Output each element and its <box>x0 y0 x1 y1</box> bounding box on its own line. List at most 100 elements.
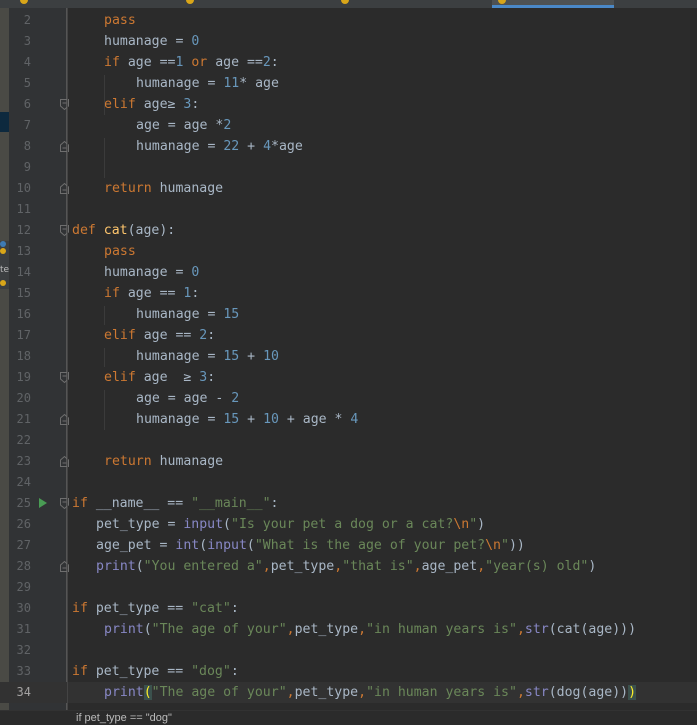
code-line[interactable]: 28 print("You entered a",pet_type,"that i… <box>0 556 697 577</box>
line-number[interactable]: 18 <box>9 346 31 367</box>
line-number[interactable]: 12 <box>9 220 31 241</box>
editor-tab[interactable] <box>335 0 485 8</box>
code-text[interactable]: age = age - 2 <box>136 388 239 409</box>
line-number[interactable]: 7 <box>9 115 31 136</box>
line-number[interactable]: 14 <box>9 262 31 283</box>
code-line[interactable]: 31 print("The age of your",pet_type,"in h… <box>0 619 697 640</box>
code-token: , <box>516 622 525 637</box>
editor-tab[interactable] <box>180 0 330 8</box>
line-number[interactable]: 23 <box>9 451 31 472</box>
code-text[interactable]: print("You entered a",pet_type,"that is"… <box>96 556 596 577</box>
line-number[interactable]: 29 <box>9 577 31 598</box>
line-number[interactable]: 2 <box>9 10 31 31</box>
code-line[interactable]: 17 elif age == 2: <box>0 325 697 346</box>
line-number[interactable]: 25 <box>9 493 31 514</box>
line-number[interactable]: 21 <box>9 409 31 430</box>
code-text[interactable]: if age == 1: <box>104 283 199 304</box>
line-number[interactable]: 15 <box>9 283 31 304</box>
line-number[interactable]: 32 <box>9 640 31 661</box>
line-number[interactable]: 26 <box>9 514 31 535</box>
code-line[interactable]: 12 def cat(age): <box>0 220 697 241</box>
line-number[interactable]: 33 <box>9 661 31 682</box>
code-text[interactable]: return humanage <box>104 451 223 472</box>
line-number[interactable]: 19 <box>9 367 31 388</box>
code-line[interactable]: 27 age_pet = int(input("What is the age o… <box>0 535 697 556</box>
code-text[interactable]: humanage = 15 + 10 <box>136 346 279 367</box>
line-number[interactable]: 17 <box>9 325 31 346</box>
code-text[interactable]: humanage = 11* age <box>136 73 279 94</box>
code-line[interactable]: 33 if pet_type == "dog": <box>0 661 697 682</box>
code-text[interactable]: humanage = 0 <box>104 31 199 52</box>
code-text[interactable]: humanage = 0 <box>104 262 199 283</box>
code-text[interactable]: elif age≥ 3: <box>104 94 199 115</box>
code-text[interactable]: pet_type = input("Is your pet a dog or a… <box>96 514 485 535</box>
code-text[interactable]: age = age *2 <box>136 115 231 136</box>
code-line[interactable]: 13 pass <box>0 241 697 262</box>
code-text[interactable]: age_pet = int(input("What is the age of … <box>96 535 525 556</box>
code-text[interactable]: if age ==1 or age ==2: <box>104 52 279 73</box>
line-number[interactable]: 31 <box>9 619 31 640</box>
code-line[interactable]: 24 <box>0 472 697 493</box>
line-number[interactable]: 16 <box>9 304 31 325</box>
line-number[interactable]: 34 <box>9 682 31 703</box>
line-number[interactable]: 5 <box>9 73 31 94</box>
code-token: , <box>516 685 525 700</box>
code-line[interactable]: 23 return humanage <box>0 451 697 472</box>
run-gutter-icon[interactable] <box>39 498 47 508</box>
code-line[interactable]: 34 print("The age of your",pet_type,"in h… <box>0 682 697 703</box>
code-text[interactable]: humanage = 15 + 10 + age * 4 <box>136 409 358 430</box>
code-text[interactable]: pass <box>104 10 136 31</box>
code-editor[interactable]: 2 pass 3 humanage = 0 4 if age ==1 or age ==2… <box>0 8 697 710</box>
code-text[interactable]: print("The age of your",pet_type,"in hum… <box>104 682 637 703</box>
code-line[interactable]: 3 humanage = 0 <box>0 31 697 52</box>
breadcrumb-item[interactable]: if pet_type == "dog" <box>76 711 172 725</box>
line-number[interactable]: 9 <box>9 157 31 178</box>
code-line[interactable]: 29 <box>0 577 697 598</box>
code-text[interactable]: def cat(age): <box>72 220 175 241</box>
code-token: print <box>104 685 144 700</box>
code-line[interactable]: 7 age = age *2 <box>0 115 697 136</box>
code-text[interactable]: elif age == 2: <box>104 325 215 346</box>
code-token: (dog(age)) <box>548 685 629 700</box>
code-text[interactable]: humanage = 22 + 4*age <box>136 136 303 157</box>
line-number[interactable]: 11 <box>9 199 31 220</box>
code-line[interactable]: 26 pet_type = input("Is your pet a dog or… <box>0 514 697 535</box>
code-line[interactable]: 4 if age ==1 or age ==2: <box>0 52 697 73</box>
code-line[interactable]: 30 if pet_type == "cat": <box>0 598 697 619</box>
code-line[interactable]: 10 return humanage <box>0 178 697 199</box>
code-token: , <box>286 622 295 637</box>
line-number[interactable]: 22 <box>9 430 31 451</box>
line-number[interactable]: 3 <box>9 31 31 52</box>
line-number[interactable]: 13 <box>9 241 31 262</box>
line-number[interactable]: 10 <box>9 178 31 199</box>
code-text[interactable]: humanage = 15 <box>136 304 239 325</box>
code-text[interactable]: pass <box>104 241 136 262</box>
line-number[interactable]: 24 <box>9 472 31 493</box>
line-number[interactable]: 8 <box>9 136 31 157</box>
code-line[interactable]: 11 <box>0 199 697 220</box>
code-text[interactable]: if __name__ == "__main__": <box>72 493 278 514</box>
code-token: 2 <box>223 118 232 133</box>
code-line[interactable]: 15 if age == 1: <box>0 283 697 304</box>
line-number[interactable]: 28 <box>9 556 31 577</box>
code-text[interactable]: return humanage <box>104 178 223 199</box>
line-number[interactable]: 27 <box>9 535 31 556</box>
code-text[interactable]: print("The age of your",pet_type,"in hum… <box>104 619 636 640</box>
line-number[interactable]: 6 <box>9 94 31 115</box>
code-line[interactable]: 2 pass <box>0 10 697 31</box>
code-text[interactable]: if pet_type == "cat": <box>72 598 239 619</box>
code-text[interactable]: elif age ≥ 3: <box>104 367 215 388</box>
code-line[interactable]: 22 <box>0 430 697 451</box>
line-number[interactable]: 30 <box>9 598 31 619</box>
code-line[interactable]: 25 if __name__ == "__main__": <box>0 493 697 514</box>
line-number[interactable]: 4 <box>9 52 31 73</box>
editor-tab-active[interactable] <box>492 0 614 8</box>
fold-guide-line <box>67 8 68 710</box>
code-text[interactable]: if pet_type == "dog": <box>72 661 239 682</box>
line-number[interactable]: 20 <box>9 388 31 409</box>
code-line[interactable]: 14 humanage = 0 <box>0 262 697 283</box>
code-line[interactable]: 32 <box>0 640 697 661</box>
editor-tab[interactable] <box>14 0 164 8</box>
code-line[interactable]: 19 elif age ≥ 3: <box>0 367 697 388</box>
code-token: age_pet = <box>96 538 176 553</box>
